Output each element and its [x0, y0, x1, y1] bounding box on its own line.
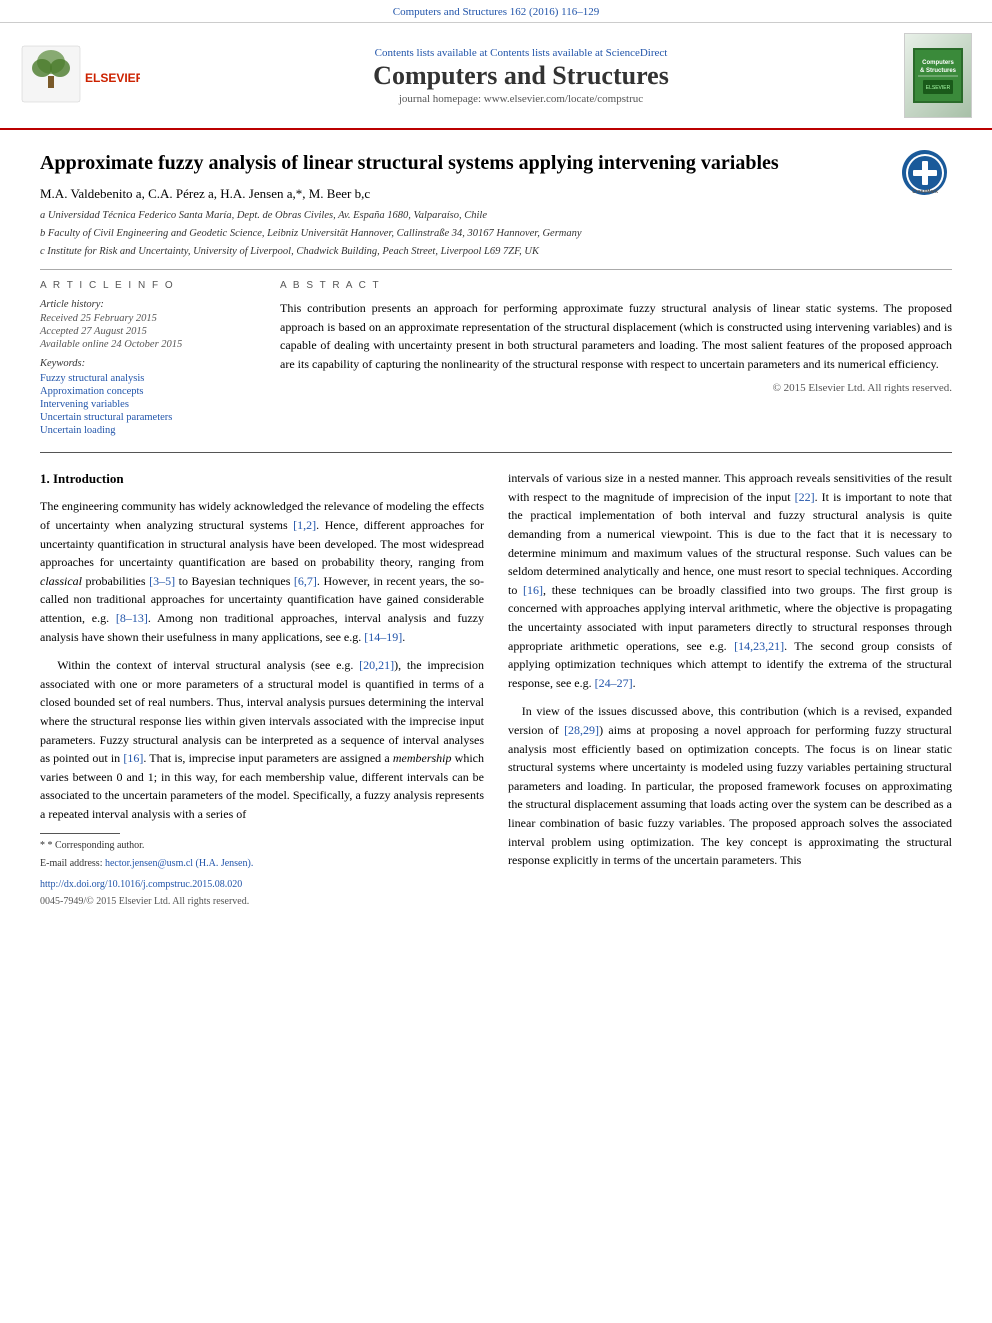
section1-title: 1. Introduction — [40, 469, 484, 489]
doi-links: http://dx.doi.org/10.1016/j.compstruc.20… — [40, 877, 484, 909]
intro-p1: The engineering community has widely ack… — [40, 497, 484, 646]
section-name: Introduction — [53, 471, 124, 486]
journal-thumbnail: Computers & Structures ELSEVIER — [904, 33, 972, 118]
header-divider — [40, 269, 952, 270]
basic-word: basic — [619, 816, 644, 830]
article-history-block: Article history: Received 25 February 20… — [40, 299, 260, 350]
crossmark-icon: CrossMark — [902, 150, 947, 195]
authors-line: M.A. Valdebenito a, C.A. Pérez a, H.A. J… — [40, 186, 952, 202]
ref-1-2: [1,2] — [293, 518, 316, 532]
journal-citation: Computers and Structures 162 (2016) 116–… — [393, 6, 599, 18]
intro-p2: Within the context of interval structura… — [40, 656, 484, 823]
keywords-section: Keywords: Fuzzy structural analysis Appr… — [40, 358, 260, 436]
header-center: Contents lists available at Contents lis… — [150, 47, 892, 105]
footnote-divider — [40, 833, 120, 834]
keyword-2: Approximation concepts — [40, 386, 260, 397]
keyword-4: Uncertain structural parameters — [40, 412, 260, 423]
email-address: hector.jensen@usm.cl (H.A. Jensen). — [105, 858, 253, 869]
ref-16: [16] — [123, 751, 143, 765]
body-col-right: intervals of various size in a nested ma… — [508, 469, 952, 910]
affiliation-b: b Faculty of Civil Engineering and Geode… — [40, 226, 952, 242]
svg-text:& Structures: & Structures — [920, 68, 957, 74]
ref-6-7: [6,7] — [294, 574, 317, 588]
top-bar: Computers and Structures 162 (2016) 116–… — [0, 0, 992, 23]
footnote-star-symbol: * — [40, 840, 48, 851]
received-date: Received 25 February 2015 — [40, 313, 260, 324]
svg-text:ELSEVIER: ELSEVIER — [926, 85, 951, 91]
ref-3-5: [3–5] — [149, 574, 175, 588]
keyword-3: Intervening variables — [40, 399, 260, 410]
info-abstract-row: A R T I C L E I N F O Article history: R… — [40, 280, 952, 438]
article-title-container: Approximate fuzzy analysis of linear str… — [40, 150, 952, 176]
affiliation-a: a Universidad Técnica Federico Santa Mar… — [40, 208, 952, 224]
svg-text:CrossMark: CrossMark — [912, 189, 938, 195]
keyword-5: Uncertain loading — [40, 425, 260, 436]
history-heading: Article history: — [40, 299, 260, 310]
keywords-heading: Keywords: — [40, 358, 260, 369]
article-info-heading: A R T I C L E I N F O — [40, 280, 260, 291]
affiliations: a Universidad Técnica Federico Santa Mar… — [40, 208, 952, 259]
crossmark-badge: CrossMark — [902, 150, 952, 200]
svg-text:Computers: Computers — [922, 60, 954, 66]
sciencedirect-link[interactable]: Contents lists available at ScienceDirec… — [490, 47, 667, 59]
doi-url: http://dx.doi.org/10.1016/j.compstruc.20… — [40, 877, 484, 893]
journal-cover-icon: Computers & Structures ELSEVIER — [913, 48, 963, 103]
keyword-1: Fuzzy structural analysis — [40, 373, 260, 384]
body-content: 1. Introduction The engineering communit… — [40, 469, 952, 910]
svg-text:ELSEVIER: ELSEVIER — [85, 71, 140, 85]
elsevier-logo-icon: ELSEVIER — [20, 44, 140, 104]
ref-20-21: [20,21] — [359, 658, 394, 672]
email-label: E-mail address: — [40, 858, 102, 869]
abstract-heading: A B S T R A C T — [280, 280, 952, 291]
article-info-section: A R T I C L E I N F O Article history: R… — [40, 280, 260, 438]
abstract-text: This contribution presents an approach f… — [280, 299, 952, 373]
affiliation-c: c Institute for Risk and Uncertainty, Un… — [40, 244, 952, 260]
article-title: Approximate fuzzy analysis of linear str… — [40, 150, 882, 176]
header-right: Computers & Structures ELSEVIER — [892, 33, 972, 118]
available-date: Available online 24 October 2015 — [40, 339, 260, 350]
ref-16b: [16] — [523, 583, 543, 597]
accepted-date: Accepted 27 August 2015 — [40, 326, 260, 337]
body-col-left: 1. Introduction The engineering communit… — [40, 469, 484, 910]
footnote-corresponding-text: * Corresponding author. — [48, 840, 145, 851]
intro-col2-p2: In view of the issues discussed above, t… — [508, 702, 952, 869]
footnote-email: E-mail address: hector.jensen@usm.cl (H.… — [40, 856, 484, 872]
sciencedirect-text: Contents lists available at Contents lis… — [150, 47, 892, 59]
ref-24-27: [24–27] — [595, 676, 633, 690]
header-left: ELSEVIER — [20, 44, 150, 108]
ref-14-23-21: [14,23,21] — [734, 639, 784, 653]
article-content: Approximate fuzzy analysis of linear str… — [0, 130, 992, 930]
abstract-copyright: © 2015 Elsevier Ltd. All rights reserved… — [280, 382, 952, 394]
ref-28-29: [28,29] — [564, 723, 599, 737]
intro-col2-p1: intervals of various size in a nested ma… — [508, 469, 952, 692]
ref-8-13: [8–13] — [116, 611, 148, 625]
journal-header: ELSEVIER Contents lists available at Con… — [0, 23, 992, 130]
footnote-corresponding: * * Corresponding author. — [40, 838, 484, 854]
abstract-section: A B S T R A C T This contribution presen… — [280, 280, 952, 438]
doi-copyright: 0045-7949/© 2015 Elsevier Ltd. All right… — [40, 894, 484, 910]
journal-homepage: journal homepage: www.elsevier.com/locat… — [150, 93, 892, 105]
ref-22: [22] — [795, 490, 815, 504]
journal-title: Computers and Structures — [150, 61, 892, 91]
body-divider — [40, 452, 952, 453]
author-names: M.A. Valdebenito a, C.A. Pérez a, H.A. J… — [40, 186, 370, 201]
section-number: 1. — [40, 471, 53, 486]
ref-14-19: [14–19] — [364, 630, 402, 644]
